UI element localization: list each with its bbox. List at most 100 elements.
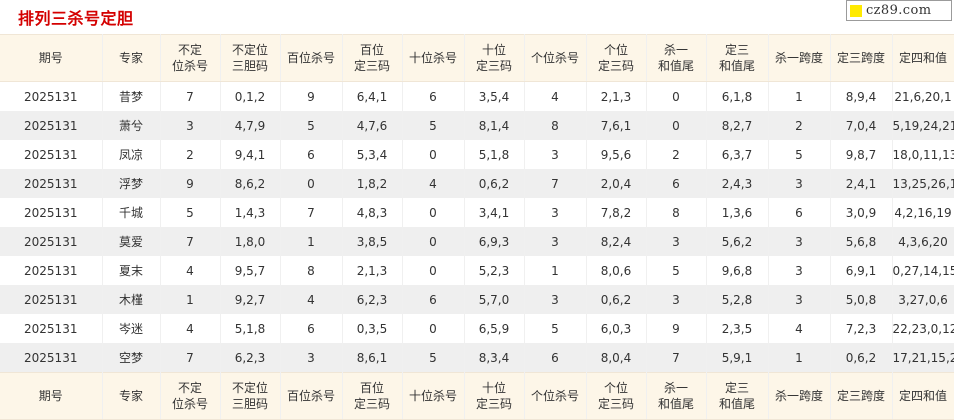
column-header-cell: 定三 和值尾 xyxy=(706,34,769,82)
table-cell: 7,8,2 xyxy=(586,198,647,227)
table-cell: 18,0,11,13 xyxy=(892,140,954,169)
table-cell: 0,6,2 xyxy=(464,169,525,198)
table-cell: 6 xyxy=(402,81,465,111)
table-cell: 萧兮 xyxy=(102,111,161,140)
site-logo[interactable]: cz89.com xyxy=(846,0,952,21)
table-cell: 0 xyxy=(402,227,465,256)
header-text: 百位杀号 xyxy=(286,389,335,403)
table-cell: 13,25,26,14 xyxy=(892,169,954,198)
table-cell: 1 xyxy=(768,343,831,373)
table-cell: 6 xyxy=(280,140,343,169)
table-cell: 5 xyxy=(524,314,587,343)
table-cell: 0 xyxy=(646,81,707,111)
header-text: 百位杀号 xyxy=(286,51,335,65)
table-cell: 0 xyxy=(646,111,707,140)
column-header-cell: 百位杀号 xyxy=(280,34,343,82)
table-cell: 6,9,1 xyxy=(830,256,893,285)
table-cell: 4 xyxy=(160,256,221,285)
table-cell: 9 xyxy=(160,169,221,198)
header-text: 和值尾 xyxy=(718,397,755,411)
header-text: 个位 xyxy=(603,43,628,57)
table-cell: 2025131 xyxy=(0,343,103,373)
table-cell: 2,1,3 xyxy=(586,81,647,111)
header-text: 专家 xyxy=(118,51,143,65)
table-cell: 1 xyxy=(768,81,831,111)
table-cell: 0,27,14,15 xyxy=(892,256,954,285)
table-cell: 8,6,2 xyxy=(220,169,281,198)
table-cell: 9,2,7 xyxy=(220,285,281,314)
table-cell: 5 xyxy=(768,140,831,169)
table-cell: 7,6,1 xyxy=(586,111,647,140)
table-cell: 5,6,8 xyxy=(830,227,893,256)
footer-header-cell: 不定位 三胆码 xyxy=(220,372,281,420)
column-header-cell: 期号 xyxy=(0,34,103,82)
table-cell: 5 xyxy=(646,256,707,285)
table-cell: 3 xyxy=(280,343,343,373)
prediction-table: 期号 专家 不定 位杀号 不定位 三胆码 百位杀号 百位 定三码 十位杀号 十位 定三码 个位杀号 个位定… xyxy=(0,34,954,420)
table-cell: 0 xyxy=(280,169,343,198)
table-cell: 空梦 xyxy=(102,343,161,373)
table-cell: 3,4,1 xyxy=(464,198,525,227)
table-cell: 3,8,5 xyxy=(342,227,403,256)
table-cell: 3,27,0,6 xyxy=(892,285,954,314)
header-text: 个位 xyxy=(603,381,628,395)
header-text: 个位杀号 xyxy=(530,389,579,403)
page-title: 排列三杀号定胆 xyxy=(18,9,134,28)
table-cell: 7 xyxy=(280,198,343,227)
footer-header-cell: 百位杀号 xyxy=(280,372,343,420)
table-cell: 0 xyxy=(402,314,465,343)
table-cell: 3 xyxy=(768,256,831,285)
table-cell: 1,8,2 xyxy=(342,169,403,198)
header-text: 定三码 xyxy=(597,59,634,73)
table-cell: 4,2,16,19 xyxy=(892,198,954,227)
table-cell: 6 xyxy=(280,314,343,343)
header-text: 和值尾 xyxy=(718,59,755,73)
table-cell: 7 xyxy=(160,227,221,256)
footer-header-cell: 定三 和值尾 xyxy=(706,372,769,420)
table-cell: 7 xyxy=(160,343,221,373)
table-cell: 5,9,1 xyxy=(706,343,769,373)
table-cell: 1,8,0 xyxy=(220,227,281,256)
table-cell: 0,6,2 xyxy=(830,343,893,373)
header-text: 不定位 xyxy=(231,381,268,395)
table-cell: 8,0,4 xyxy=(586,343,647,373)
table-cell: 5,1,8 xyxy=(464,140,525,169)
table-cell: 5,2,8 xyxy=(706,285,769,314)
table-cell: 3 xyxy=(646,227,707,256)
column-header-cell: 个位杀号 xyxy=(524,34,587,82)
column-header-cell: 定三跨度 xyxy=(830,34,893,82)
footer-header-cell: 期号 xyxy=(0,372,103,420)
header-text: 位杀号 xyxy=(171,397,208,411)
table-cell: 3 xyxy=(768,169,831,198)
table-cell: 6 xyxy=(768,198,831,227)
page: 排列三杀号定胆 cz89.com 期号 专家 不定 位杀号 不定位 三胆码 百位杀号 百位 定三… xyxy=(0,0,954,420)
table-cell: 9,4,1 xyxy=(220,140,281,169)
table-cell: 2025131 xyxy=(0,198,103,227)
header-text: 定三跨度 xyxy=(836,389,885,403)
header-text: 定四和值 xyxy=(898,389,947,403)
table-cell: 5,1,8 xyxy=(220,314,281,343)
table-cell: 2,4,3 xyxy=(706,169,769,198)
header-text: 三胆码 xyxy=(231,397,268,411)
table-cell: 6,0,3 xyxy=(586,314,647,343)
column-header-cell: 个位 定三码 xyxy=(586,34,647,82)
table-cell: 6,3,7 xyxy=(706,140,769,169)
header-text: 十位杀号 xyxy=(408,389,457,403)
table-cell: 8,9,4 xyxy=(830,81,893,111)
table-cell: 千城 xyxy=(102,198,161,227)
table-cell: 2025131 xyxy=(0,140,103,169)
table-cell: 1,4,3 xyxy=(220,198,281,227)
footer-header-cell: 定四和值 xyxy=(892,372,954,420)
table-cell: 9,5,6 xyxy=(586,140,647,169)
header-text: 不定 xyxy=(177,381,202,395)
table-cell: 8 xyxy=(646,198,707,227)
table-cell: 8,6,1 xyxy=(342,343,403,373)
logo-text: cz89.com xyxy=(866,3,932,18)
table-cell: 5,6,2 xyxy=(706,227,769,256)
table-cell: 3 xyxy=(524,140,587,169)
table-cell: 8,0,6 xyxy=(586,256,647,285)
table-cell: 4 xyxy=(280,285,343,314)
footer-header-cell: 十位 定三码 xyxy=(464,372,525,420)
column-header-cell: 杀一 和值尾 xyxy=(646,34,707,82)
table-row: 2025131 凤凉 2 9,4,1 6 5,3,4 0 5,1,8 3 9,5,6 2 6,3,7 5… xyxy=(0,140,954,169)
